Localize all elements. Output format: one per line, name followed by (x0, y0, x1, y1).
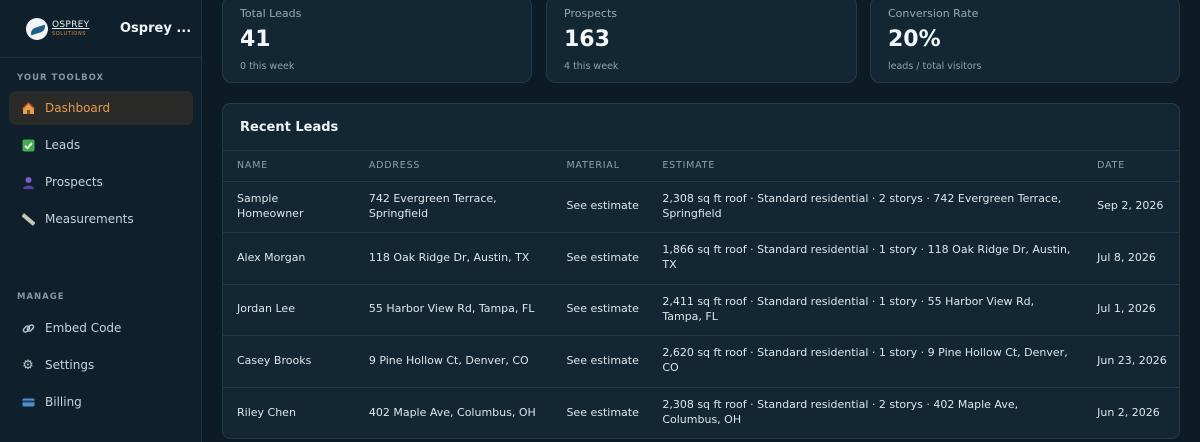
sidebar-item-embed-code[interactable]: Embed Code (9, 311, 193, 345)
sidebar-item-label: Dashboard (45, 101, 111, 115)
column-header-date[interactable]: DATE (1083, 151, 1179, 182)
cell-estimate: 2,308 sq ft roof · Standard residential … (648, 181, 1084, 233)
link-icon (21, 321, 35, 335)
stat-subtext: leads / total visitors (888, 61, 982, 72)
osprey-logo-icon (26, 17, 48, 40)
cell-address: 9 Pine Hollow Ct, Denver, CO (354, 335, 553, 388)
sidebar-item-label: Billing (45, 395, 82, 409)
table-row[interactable]: Jordan Lee 55 Harbor View Rd, Tampa, FL … (223, 284, 1179, 336)
cell-address: 742 Evergreen Terrace, Springfield (354, 181, 553, 233)
sidebar-item-billing[interactable]: Billing (9, 385, 193, 419)
column-header-name[interactable]: NAME (223, 151, 355, 182)
sidebar-item-label: Measurements (45, 212, 134, 226)
cell-material: See estimate (552, 181, 649, 233)
credit-card-icon (21, 395, 35, 409)
stat-subtext: 4 this week (564, 61, 619, 72)
cell-name: Alex Morgan (223, 232, 355, 285)
column-header-estimate[interactable]: ESTIMATE (648, 151, 1084, 182)
stat-value: 163 (564, 27, 610, 52)
cell-date: Jul 1, 2026 (1083, 284, 1179, 336)
stat-value: 20% (888, 27, 941, 52)
logo-text: OSPREY SOLUTIONS (52, 19, 90, 37)
table-row[interactable]: Alex Morgan 118 Oak Ridge Dr, Austin, TX… (223, 232, 1179, 285)
stat-label: Conversion Rate (888, 7, 979, 20)
gear-icon: ⚙ (22, 357, 34, 373)
cell-material: See estimate (552, 232, 649, 285)
cell-address: 402 Maple Ave, Columbus, OH (368, 405, 536, 419)
logo-line1: OSPREY (52, 19, 90, 30)
cell-estimate: 1,866 sq ft roof · Standard residential … (648, 232, 1084, 285)
sidebar-item-label: Embed Code (45, 321, 122, 335)
cell-date: Jul 8, 2026 (1083, 232, 1179, 285)
sidebar-item-settings[interactable]: ⚙ Settings (9, 348, 193, 382)
cell-name: Riley Chen (237, 405, 296, 419)
sidebar-item-leads[interactable]: Leads (9, 128, 193, 162)
cell-estimate: 2,620 sq ft roof · Standard residential … (648, 335, 1084, 388)
cell-material: See estimate (552, 284, 649, 336)
recent-leads-title: Recent Leads (223, 104, 1179, 151)
person-icon (21, 175, 35, 189)
stat-card-total-leads: Total Leads 41 0 this week (222, 0, 532, 83)
cell-material: See estimate (552, 335, 649, 388)
sidebar-item-dashboard[interactable]: Dashboard (9, 91, 193, 125)
checkbox-icon (21, 138, 35, 152)
column-header-address[interactable]: ADDRESS (354, 151, 553, 182)
stat-card-conversion-rate: Conversion Rate 20% leads / total visito… (870, 0, 1180, 83)
cell-date: Jun 23, 2026 (1083, 335, 1179, 388)
logo[interactable]: OSPREY SOLUTIONS (26, 14, 102, 44)
stat-label: Prospects (564, 7, 618, 20)
stat-card-prospects: Prospects 163 4 this week (546, 0, 857, 83)
sidebar-item-measurements[interactable]: Measurements (9, 202, 193, 236)
cell-address: 118 Oak Ridge Dr, Austin, TX (354, 232, 553, 285)
manage-section-label: MANAGE (17, 292, 65, 302)
cell-date: Jun 2, 2026 (1097, 405, 1160, 419)
cell-material: See estimate (566, 405, 639, 419)
logo-line2: SOLUTIONS (52, 30, 87, 37)
recent-leads-panel: Recent Leads NAME ADDRESS MATERIAL ESTIM… (222, 103, 1180, 439)
table-row[interactable]: Casey Brooks 9 Pine Hollow Ct, Denver, C… (223, 335, 1179, 388)
cell-name: Casey Brooks (223, 335, 355, 388)
house-icon (21, 101, 35, 115)
table-header-row: NAME ADDRESS MATERIAL ESTIMATE DATE (223, 151, 1179, 182)
stat-subtext: 0 this week (240, 61, 295, 72)
toolbox-section-label: YOUR TOOLBOX (17, 73, 105, 83)
recent-leads-table: NAME ADDRESS MATERIAL ESTIMATE DATE Samp… (223, 151, 1179, 438)
sidebar-item-label: Settings (45, 358, 95, 372)
brand: OSPREY SOLUTIONS Osprey ... (0, 0, 201, 58)
sidebar: OSPREY SOLUTIONS Osprey ... YOUR TOOLBOX… (0, 0, 202, 442)
sidebar-item-prospects[interactable]: Prospects (9, 165, 193, 199)
cell-estimate: 2,411 sq ft roof · Standard residential … (648, 284, 1084, 336)
cell-estimate: 2,308 sq ft roof · Standard residential … (662, 398, 1019, 426)
ruler-icon (21, 212, 35, 226)
table-row[interactable]: Riley Chen 402 Maple Ave, Columbus, OH S… (223, 387, 1179, 438)
table-row[interactable]: Sample Homeowner 742 Evergreen Terrace, … (223, 181, 1179, 233)
stat-label: Total Leads (240, 7, 302, 20)
cell-name: Jordan Lee (223, 284, 355, 336)
stat-value: 41 (240, 27, 271, 52)
brand-name[interactable]: Osprey ... (120, 21, 191, 36)
sidebar-item-label: Prospects (45, 175, 103, 189)
column-header-material[interactable]: MATERIAL (552, 151, 649, 182)
sidebar-item-label: Leads (45, 138, 81, 152)
cell-date: Sep 2, 2026 (1083, 181, 1179, 233)
cell-name: Sample Homeowner (223, 181, 355, 233)
cell-address: 55 Harbor View Rd, Tampa, FL (354, 284, 553, 336)
